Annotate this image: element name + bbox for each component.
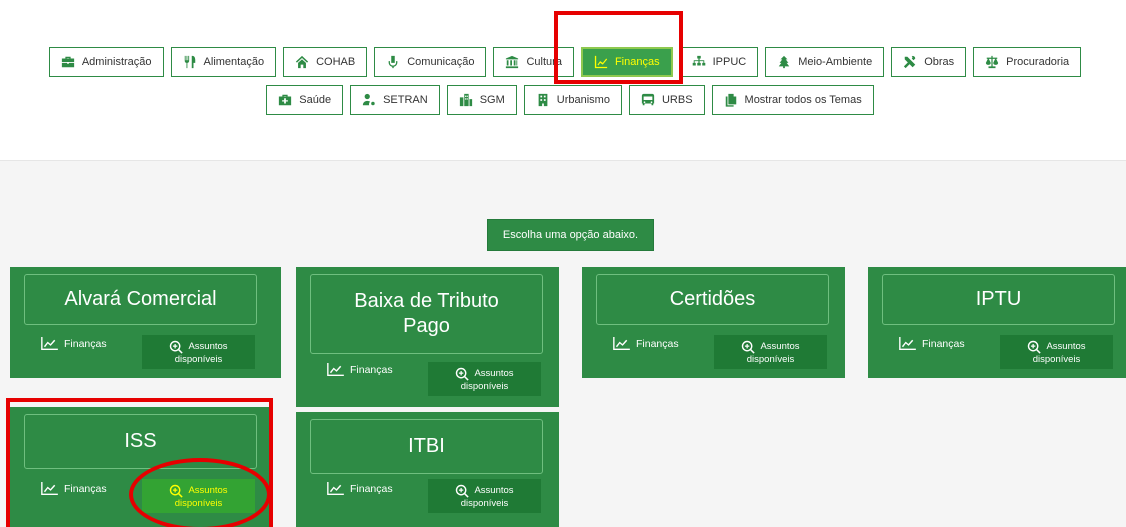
theme-label: Obras: [924, 56, 955, 68]
card-alvara-comercial[interactable]: Alvará Comercial Finanças Assuntos dispo…: [10, 267, 281, 378]
chart-line-icon: [899, 337, 916, 350]
card-iss[interactable]: ISS Finanças Assuntos disponíveis: [10, 407, 271, 527]
theme-label: COHAB: [316, 56, 356, 68]
card-itbi[interactable]: ITBI Finanças Assuntos disponíveis: [296, 412, 559, 527]
card-title: Certidões: [596, 274, 829, 325]
theme-button-saude[interactable]: Saúde: [266, 85, 344, 115]
chart-line-icon: [594, 55, 608, 69]
microphone-icon: [388, 55, 398, 69]
chart-line-icon: [41, 482, 58, 495]
assuntos-disponiveis-button[interactable]: Assuntos disponíveis: [1000, 335, 1113, 369]
page: Administração Alimentação COHAB Comunica…: [0, 0, 1126, 527]
chart-line-icon: [327, 482, 344, 495]
tree-icon: [778, 55, 790, 69]
theme-label: Administração: [81, 56, 152, 68]
copy-icon: [725, 93, 736, 107]
zoom-plus-icon: [742, 340, 756, 354]
zoom-plus-icon: [170, 340, 184, 354]
theme-button-cohab[interactable]: COHAB: [283, 47, 368, 77]
utensils-icon: [184, 55, 195, 69]
theme-label: Finanças: [614, 56, 660, 68]
card-title: Baixa de Tributo Pago: [310, 274, 543, 354]
assuntos-disponiveis-button[interactable]: Assuntos disponíveis: [142, 479, 255, 513]
theme-label: Saúde: [299, 94, 332, 106]
museum-icon: [506, 55, 519, 69]
card-category: Finanças: [41, 482, 107, 495]
theme-label: Procuradoria: [1006, 56, 1070, 68]
theme-label: IPPUC: [712, 56, 747, 68]
theme-label: Urbanismo: [556, 94, 610, 106]
assuntos-disponiveis-button[interactable]: Assuntos disponíveis: [428, 362, 541, 396]
assuntos-disponiveis-button[interactable]: Assuntos disponíveis: [428, 479, 541, 513]
theme-button-alimentacao[interactable]: Alimentação: [170, 47, 277, 77]
theme-label: Mostrar todos os Temas: [744, 94, 862, 106]
assuntos-disponiveis-button[interactable]: Assuntos disponíveis: [714, 335, 827, 369]
assuntos-disponiveis-button[interactable]: Assuntos disponíveis: [142, 335, 255, 369]
theme-label: SGM: [479, 94, 505, 106]
card-category: Finanças: [41, 337, 107, 350]
theme-label: Alimentação: [203, 56, 265, 68]
card-certidoes[interactable]: Certidões Finanças Assuntos disponíveis: [582, 267, 845, 378]
theme-label: Cultura: [526, 56, 562, 68]
theme-row-2: Saúde SETRAN SGM Urbanismo URBS Mostrar …: [0, 85, 1126, 115]
theme-row-1: Administração Alimentação COHAB Comunica…: [0, 47, 1126, 77]
theme-button-procuradoria[interactable]: Procuradoria: [973, 47, 1082, 77]
card-category: Finanças: [327, 482, 393, 495]
theme-label: URBS: [661, 94, 693, 106]
theme-button-urbanismo[interactable]: Urbanismo: [523, 85, 622, 115]
city-icon: [459, 93, 472, 107]
zoom-plus-icon: [1028, 340, 1042, 354]
home-icon: [295, 55, 309, 69]
theme-bar: Administração Alimentação COHAB Comunica…: [0, 0, 1126, 160]
card-category: Finanças: [899, 337, 965, 350]
card-title: ISS: [24, 414, 257, 469]
theme-button-sgm[interactable]: SGM: [446, 85, 517, 115]
medkit-icon: [279, 94, 292, 106]
theme-button-ippuc[interactable]: IPPUC: [679, 47, 759, 77]
card-title: ITBI: [310, 419, 543, 474]
zoom-plus-icon: [456, 367, 470, 381]
card-title: IPTU: [882, 274, 1115, 325]
sitemap-icon: [692, 55, 705, 66]
choose-option-banner: Escolha uma opção abaixo.: [487, 219, 654, 251]
card-category: Finanças: [613, 337, 679, 350]
theme-button-meio-ambiente[interactable]: Meio-Ambiente: [765, 47, 885, 77]
chart-line-icon: [327, 363, 344, 376]
zoom-plus-icon: [456, 484, 470, 498]
tools-icon: [904, 55, 916, 69]
theme-button-urbs[interactable]: URBS: [628, 85, 705, 115]
theme-button-comunicacao[interactable]: Comunicação: [374, 47, 487, 77]
bus-icon: [641, 93, 655, 106]
theme-label: Meio-Ambiente: [798, 56, 873, 68]
theme-button-cultura[interactable]: Cultura: [493, 47, 574, 77]
chart-line-icon: [41, 337, 58, 350]
card-iptu[interactable]: IPTU Finanças Assuntos disponíveis: [868, 267, 1126, 378]
card-category: Finanças: [327, 363, 393, 376]
card-title: Alvará Comercial: [24, 274, 257, 325]
user-cog-icon: [362, 93, 375, 106]
theme-button-setran[interactable]: SETRAN: [350, 85, 440, 115]
theme-button-administracao[interactable]: Administração: [48, 47, 164, 77]
zoom-plus-icon: [170, 484, 184, 498]
theme-button-obras[interactable]: Obras: [891, 47, 967, 77]
balance-scale-icon: [986, 55, 999, 69]
building-icon: [538, 93, 548, 107]
theme-button-financas[interactable]: Finanças: [580, 47, 673, 77]
theme-label: Comunicação: [407, 56, 475, 68]
card-baixa-de-tributo-pago[interactable]: Baixa de Tributo Pago Finanças Assuntos …: [296, 267, 559, 407]
theme-button-mostrar-todos[interactable]: Mostrar todos os Temas: [711, 85, 874, 115]
briefcase-icon: [61, 56, 74, 68]
chart-line-icon: [613, 337, 630, 350]
theme-label: SETRAN: [383, 94, 428, 106]
